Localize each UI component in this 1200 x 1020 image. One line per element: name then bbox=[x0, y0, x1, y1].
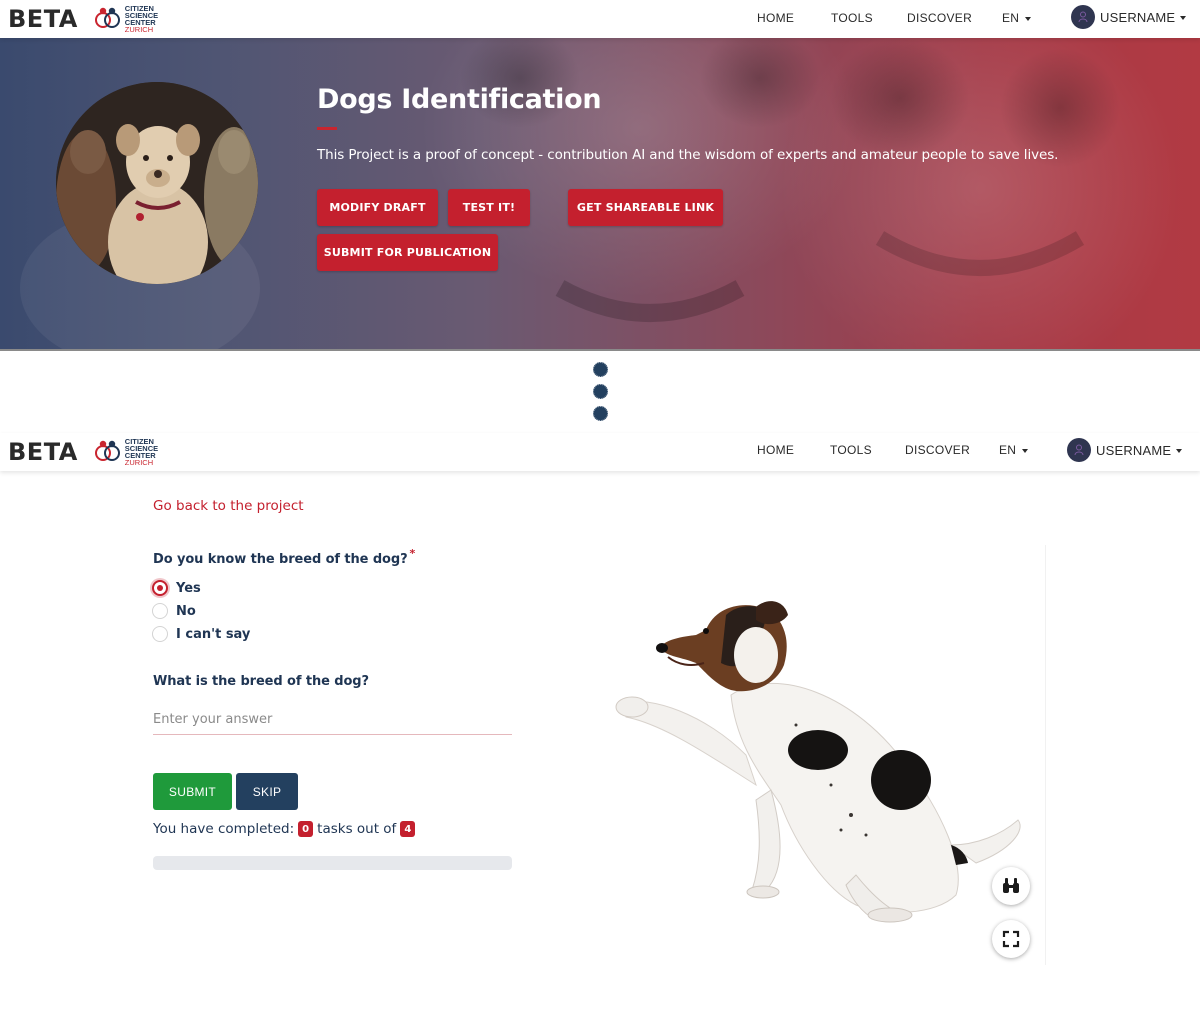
beta-label: BETA bbox=[8, 5, 78, 33]
radio-option-no[interactable]: No bbox=[152, 603, 196, 619]
language-label: EN bbox=[999, 443, 1017, 457]
radio-button-checked[interactable] bbox=[152, 580, 168, 596]
modify-draft-button[interactable]: MODIFY DRAFT bbox=[317, 189, 438, 226]
question-breed-known-label: Do you know the breed of the dog? * bbox=[153, 547, 416, 567]
user-menu[interactable]: USERNAME bbox=[1071, 5, 1187, 29]
nav-tools[interactable]: TOOLS bbox=[830, 443, 872, 457]
test-it-button[interactable]: TEST IT! bbox=[448, 189, 530, 226]
radio-label-yes: Yes bbox=[176, 580, 201, 596]
breed-answer-input[interactable] bbox=[153, 705, 512, 735]
total-count-badge: 4 bbox=[400, 821, 416, 837]
project-hero: Dogs Identification This Project is a pr… bbox=[0, 38, 1200, 350]
skip-button[interactable]: SKIP bbox=[236, 773, 298, 810]
avatar bbox=[1067, 438, 1091, 462]
required-asterisk: * bbox=[409, 547, 416, 560]
dog-task-image bbox=[615, 601, 1021, 923]
citizen-science-logo: CITIZEN SCIENCE CENTER ZURICH bbox=[94, 438, 158, 466]
radio-option-yes[interactable]: Yes bbox=[152, 580, 201, 596]
progress-middle: tasks out of bbox=[317, 821, 397, 837]
hero-divider bbox=[0, 349, 1200, 351]
avatar bbox=[1071, 5, 1095, 29]
task-navbar: BETA CITIZEN SCIENCE CENTER ZURICH HOME … bbox=[0, 433, 1200, 471]
submit-for-publication-button[interactable]: SUBMIT FOR PUBLICATION bbox=[317, 234, 498, 271]
language-dropdown[interactable]: EN bbox=[1002, 11, 1032, 25]
dna-logo-icon bbox=[94, 440, 120, 461]
chevron-down-icon bbox=[1025, 16, 1032, 21]
nav-discover[interactable]: DISCOVER bbox=[905, 443, 970, 457]
nav-home[interactable]: HOME bbox=[757, 11, 794, 25]
top-navbar: BETA CITIZEN SCIENCE CENTER ZURICH HOME … bbox=[0, 0, 1200, 38]
ellipsis-dot bbox=[593, 362, 608, 377]
binoculars-icon bbox=[1003, 878, 1019, 893]
radio-button[interactable] bbox=[152, 626, 168, 642]
username: USERNAME bbox=[1096, 442, 1172, 458]
user-icon bbox=[1078, 11, 1088, 23]
submit-button[interactable]: SUBMIT bbox=[153, 773, 232, 810]
nav-home[interactable]: HOME bbox=[757, 443, 794, 457]
completed-count-badge: 0 bbox=[298, 821, 314, 837]
progress-text: You have completed: 0 tasks out of 4 bbox=[153, 821, 419, 837]
progress-prefix: You have completed: bbox=[153, 821, 295, 837]
language-dropdown[interactable]: EN bbox=[999, 443, 1029, 457]
task-image-viewer[interactable] bbox=[556, 545, 1046, 965]
hero-content: Dogs Identification This Project is a pr… bbox=[317, 84, 1167, 163]
fullscreen-icon bbox=[1002, 930, 1020, 948]
citizen-science-logo: CITIZEN SCIENCE CENTER ZURICH bbox=[94, 5, 158, 33]
username: USERNAME bbox=[1100, 9, 1176, 25]
dogs-photo bbox=[56, 82, 258, 284]
chevron-down-icon bbox=[1180, 16, 1187, 20]
beta-label: BETA bbox=[8, 438, 78, 466]
ellipsis-dot bbox=[593, 384, 608, 399]
project-avatar-image bbox=[56, 82, 258, 284]
radio-button[interactable] bbox=[152, 603, 168, 619]
chevron-down-icon bbox=[1176, 449, 1183, 453]
question-breed-label: What is the breed of the dog? bbox=[153, 674, 369, 689]
project-title: Dogs Identification bbox=[317, 84, 602, 115]
radio-option-cant-say[interactable]: I can't say bbox=[152, 626, 250, 642]
get-shareable-link-button[interactable]: GET SHAREABLE LINK bbox=[568, 189, 723, 226]
back-to-project-link[interactable]: Go back to the project bbox=[153, 498, 304, 514]
radio-label-cant-say: I can't say bbox=[176, 626, 251, 642]
chevron-down-icon bbox=[1022, 448, 1029, 453]
zoom-binoculars-button[interactable] bbox=[992, 867, 1030, 905]
logo-line-zurich: ZURICH bbox=[124, 458, 154, 467]
logo-line-zurich: ZURICH bbox=[124, 25, 154, 34]
nav-discover[interactable]: DISCOVER bbox=[907, 11, 972, 25]
ellipsis-dot bbox=[593, 406, 608, 421]
brand[interactable]: BETA CITIZEN SCIENCE CENTER ZURICH bbox=[8, 5, 158, 34]
project-description: This Project is a proof of concept - con… bbox=[317, 147, 1059, 163]
dna-logo-icon bbox=[94, 7, 120, 28]
language-label: EN bbox=[1002, 11, 1020, 25]
fullscreen-button[interactable] bbox=[992, 920, 1030, 958]
title-underline bbox=[317, 127, 337, 130]
brand[interactable]: BETA CITIZEN SCIENCE CENTER ZURICH bbox=[8, 438, 158, 467]
nav-tools[interactable]: TOOLS bbox=[831, 11, 873, 25]
user-menu[interactable]: USERNAME bbox=[1067, 438, 1183, 462]
radio-label-no: No bbox=[176, 603, 196, 619]
user-icon bbox=[1074, 444, 1084, 456]
progress-bar bbox=[153, 856, 512, 870]
